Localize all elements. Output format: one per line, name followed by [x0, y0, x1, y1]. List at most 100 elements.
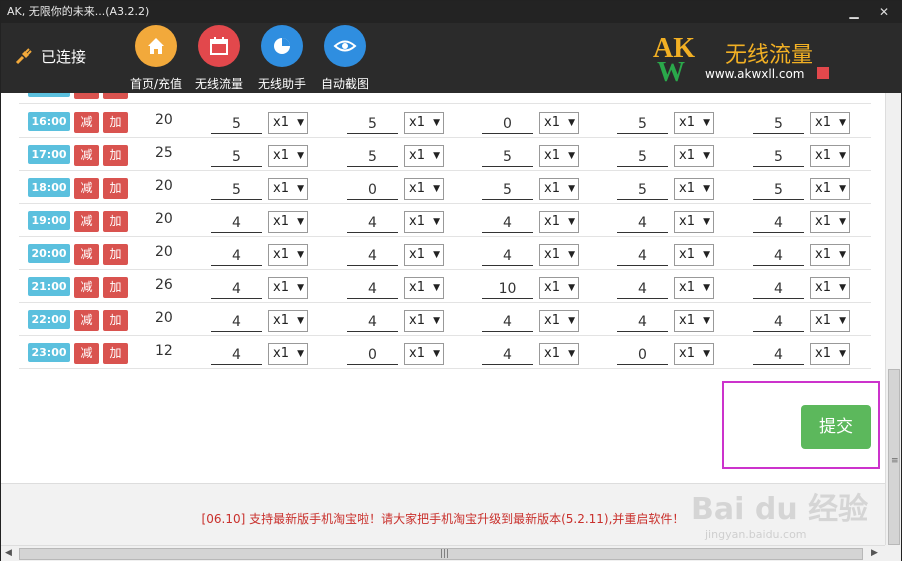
multiplier-select[interactable]: x1 ▼ [539, 145, 579, 167]
multiplier-select[interactable]: x1 ▼ [404, 343, 444, 365]
quantity-input[interactable]: 4 [211, 211, 262, 233]
quantity-input[interactable]: 4 [347, 211, 398, 233]
multiplier-select[interactable]: x1 ▼ [404, 145, 444, 167]
quantity-input[interactable]: 4 [753, 244, 804, 266]
multiplier-select[interactable]: x1 ▼ [539, 343, 579, 365]
decrease-button[interactable]: 减 [74, 343, 99, 364]
multiplier-select[interactable]: x1 ▼ [810, 178, 850, 200]
multiplier-select[interactable]: x1 ▼ [810, 343, 850, 365]
multiplier-select[interactable]: x1 ▼ [268, 211, 308, 233]
increase-button[interactable]: 加 [103, 343, 128, 364]
multiplier-select[interactable]: x1 ▼ [539, 112, 579, 134]
scroll-right-icon[interactable]: ▶ [871, 548, 878, 558]
multiplier-select[interactable]: x1 ▼ [404, 310, 444, 332]
quantity-input[interactable]: 4 [347, 244, 398, 266]
quantity-input[interactable]: 4 [211, 277, 262, 299]
nav-wireless-helper[interactable]: 无线助手 [250, 23, 314, 93]
decrease-button[interactable]: 减 [74, 145, 99, 166]
quantity-input[interactable]: 0 [617, 343, 668, 365]
multiplier-select[interactable]: x1 ▼ [404, 244, 444, 266]
multiplier-select[interactable]: x1 ▼ [674, 277, 714, 299]
increase-button[interactable]: 加 [103, 178, 128, 199]
increase-button[interactable] [103, 93, 128, 99]
nav-wireless-traffic[interactable]: 无线流量 [187, 23, 251, 93]
quantity-input[interactable]: 4 [347, 310, 398, 332]
quantity-input[interactable]: 5 [211, 112, 262, 134]
multiplier-select[interactable]: x1 ▼ [404, 211, 444, 233]
multiplier-select[interactable]: x1 ▼ [268, 244, 308, 266]
quantity-input[interactable]: 5 [482, 178, 533, 200]
multiplier-select[interactable]: x1 ▼ [539, 211, 579, 233]
multiplier-select[interactable]: x1 ▼ [268, 343, 308, 365]
quantity-input[interactable]: 4 [617, 211, 668, 233]
multiplier-select[interactable]: x1 ▼ [810, 310, 850, 332]
multiplier-select[interactable]: x1 ▼ [810, 244, 850, 266]
multiplier-select[interactable]: x1 ▼ [539, 277, 579, 299]
decrease-button[interactable] [74, 93, 99, 99]
quantity-input[interactable]: 5 [347, 112, 398, 134]
increase-button[interactable]: 加 [103, 277, 128, 298]
multiplier-select[interactable]: x1 ▼ [268, 145, 308, 167]
quantity-input[interactable]: 5 [617, 112, 668, 134]
increase-button[interactable]: 加 [103, 244, 128, 265]
multiplier-select[interactable]: x1 ▼ [674, 343, 714, 365]
vertical-scrollbar-thumb[interactable]: ≡ [888, 369, 900, 545]
quantity-input[interactable]: 4 [211, 244, 262, 266]
multiplier-select[interactable]: x1 ▼ [268, 310, 308, 332]
multiplier-select[interactable]: x1 ▼ [674, 112, 714, 134]
increase-button[interactable]: 加 [103, 112, 128, 133]
vertical-scrollbar[interactable]: ≡ [885, 93, 901, 545]
multiplier-select[interactable]: x1 ▼ [539, 244, 579, 266]
quantity-input[interactable]: 4 [617, 244, 668, 266]
decrease-button[interactable]: 减 [74, 244, 99, 265]
multiplier-select[interactable]: x1 ▼ [404, 178, 444, 200]
quantity-input[interactable]: 5 [347, 145, 398, 167]
quantity-input[interactable]: 4 [617, 310, 668, 332]
quantity-input[interactable]: 5 [753, 178, 804, 200]
multiplier-select[interactable]: x1 ▼ [810, 277, 850, 299]
quantity-input[interactable]: 5 [211, 145, 262, 167]
minimize-button[interactable]: ▁ [841, 1, 867, 23]
multiplier-select[interactable]: x1 ▼ [674, 310, 714, 332]
horizontal-scrollbar-thumb[interactable]: ||| [19, 548, 863, 560]
decrease-button[interactable]: 减 [74, 178, 99, 199]
quantity-input[interactable]: 0 [347, 178, 398, 200]
multiplier-select[interactable]: x1 ▼ [404, 277, 444, 299]
multiplier-select[interactable]: x1 ▼ [674, 145, 714, 167]
close-button[interactable]: ✕ [871, 1, 897, 23]
multiplier-select[interactable]: x1 ▼ [268, 112, 308, 134]
scroll-left-icon[interactable]: ◀ [5, 548, 12, 558]
quantity-input[interactable]: 4 [753, 343, 804, 365]
quantity-input[interactable]: 0 [347, 343, 398, 365]
increase-button[interactable]: 加 [103, 211, 128, 232]
horizontal-scrollbar[interactable]: ◀ ||| ▶ [1, 545, 885, 561]
quantity-input[interactable]: 4 [753, 277, 804, 299]
quantity-input[interactable]: 5 [617, 178, 668, 200]
quantity-input[interactable]: 0 [482, 112, 533, 134]
quantity-input[interactable]: 4 [211, 310, 262, 332]
quantity-input[interactable]: 4 [482, 310, 533, 332]
quantity-input[interactable]: 5 [617, 145, 668, 167]
multiplier-select[interactable]: x1 ▼ [810, 211, 850, 233]
quantity-input[interactable]: 4 [482, 343, 533, 365]
multiplier-select[interactable]: x1 ▼ [674, 211, 714, 233]
decrease-button[interactable]: 减 [74, 112, 99, 133]
quantity-input[interactable]: 4 [211, 343, 262, 365]
quantity-input[interactable]: 4 [753, 310, 804, 332]
multiplier-select[interactable]: x1 ▼ [268, 277, 308, 299]
multiplier-select[interactable]: x1 ▼ [539, 178, 579, 200]
increase-button[interactable]: 加 [103, 310, 128, 331]
nav-auto-screenshot[interactable]: 自动截图 [313, 23, 377, 93]
quantity-input[interactable]: 5 [753, 112, 804, 134]
decrease-button[interactable]: 减 [74, 277, 99, 298]
multiplier-select[interactable]: x1 ▼ [810, 112, 850, 134]
multiplier-select[interactable]: x1 ▼ [539, 310, 579, 332]
multiplier-select[interactable]: x1 ▼ [674, 244, 714, 266]
nav-home-recharge[interactable]: 首页/充值 [124, 23, 188, 93]
decrease-button[interactable]: 减 [74, 310, 99, 331]
quantity-input[interactable]: 4 [753, 211, 804, 233]
decrease-button[interactable]: 减 [74, 211, 99, 232]
quantity-input[interactable]: 4 [482, 244, 533, 266]
quantity-input[interactable]: 4 [617, 277, 668, 299]
quantity-input[interactable]: 10 [482, 277, 533, 299]
